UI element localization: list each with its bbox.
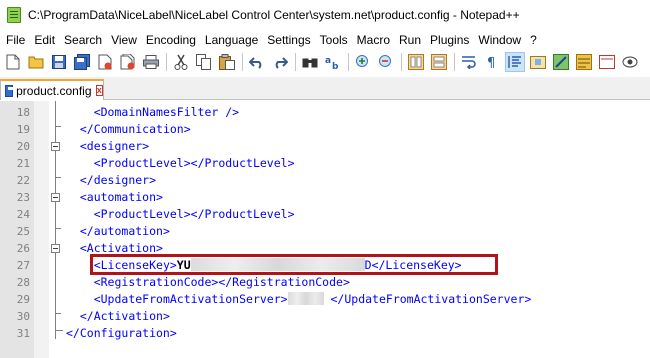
menu-help[interactable]: ? [526,33,542,47]
svg-text:a: a [325,56,331,66]
code-text: </Configuration> [66,326,177,340]
replace-icon[interactable]: ab [323,52,343,72]
function-list-icon[interactable] [551,52,571,72]
line-number: 19 [16,123,30,136]
copy-icon[interactable] [194,52,214,72]
new-file-icon[interactable] [3,52,23,72]
show-all-chars-icon[interactable]: ¶ [482,52,502,72]
line-number: 31 [16,327,30,340]
code-text: <UpdateFromActivationServer> </UpdateFro… [93,292,532,306]
code-text: <ProductLevel></ProductLevel> [93,207,295,221]
indent-guide-icon[interactable] [505,52,525,72]
code-text: <automation> [79,190,163,204]
line-number: 23 [16,191,30,204]
print-icon[interactable] [141,52,161,72]
folder-workspace-icon[interactable] [574,52,594,72]
notepad-plus-plus-icon [6,7,22,23]
code-line: 24 <ProductLevel></ProductLevel> [0,206,650,223]
toolbar-separator [295,53,296,71]
redo-icon[interactable] [270,52,290,72]
menu-bar: File Edit Search View Encoding Language … [0,30,650,49]
toolbar-separator [166,53,167,71]
menu-file[interactable]: File [2,33,30,47]
line-number: 30 [16,310,30,323]
svg-text:b: b [332,62,339,70]
code-line: 19 </Communication> [0,121,650,138]
license-key-highlight [90,254,498,275]
zoom-in-icon[interactable] [353,52,373,72]
menu-macro[interactable]: Macro [353,33,395,47]
line-number: 20 [16,140,30,153]
toolbar: ab ¶ [0,49,650,75]
line-number: 25 [16,225,30,238]
tab-label: product.config [16,83,92,98]
undo-icon[interactable] [247,52,267,72]
toolbar-separator [242,53,243,71]
code-text: </Communication> [79,122,191,136]
code-text: </automation> [79,224,170,238]
menu-window[interactable]: Window [474,33,526,47]
code-line: 31 </Configuration> [0,325,650,342]
code-line: 21 <ProductLevel></ProductLevel> [0,155,650,172]
line-number: 27 [16,259,30,272]
close-all-icon[interactable] [118,52,138,72]
toolbar-separator [401,53,402,71]
menu-encoding[interactable]: Encoding [142,33,201,47]
doc-map-icon[interactable] [528,52,548,72]
menu-language[interactable]: Language [201,33,263,47]
toolbar-separator [454,53,455,71]
code-text: <RegistrationCode></RegistrationCode> [93,275,350,289]
code-text: </designer> [79,173,157,187]
open-file-icon[interactable] [26,52,46,72]
save-icon[interactable] [49,52,69,72]
save-all-icon[interactable] [72,52,92,72]
code-line: 23 <automation> [0,189,650,206]
code-line: 30 </Activation> [0,308,650,325]
line-number: 24 [16,208,30,221]
line-number: 26 [16,242,30,255]
word-wrap-icon[interactable] [459,52,479,72]
window-title: C:\ProgramData\NiceLabel\NiceLabel Contr… [28,8,520,22]
title-bar[interactable]: C:\ProgramData\NiceLabel\NiceLabel Contr… [0,0,650,30]
editor-pane[interactable]: 18 <DomainNamesFilter /> 19 </Communicat… [0,101,650,358]
redacted-update-value [287,292,324,305]
menu-settings[interactable]: Settings [263,33,315,47]
line-number: 28 [16,276,30,289]
line-number: 29 [16,293,30,306]
code-line: 29 <UpdateFromActivationServer> </Update… [0,291,650,308]
line-number: 18 [16,106,30,119]
sync-vertical-icon[interactable] [406,52,426,72]
line-number: 22 [16,174,30,187]
find-icon[interactable] [300,52,320,72]
menu-run[interactable]: Run [395,33,426,47]
close-icon[interactable] [95,52,115,72]
code-line: 22 </designer> [0,172,650,189]
menu-view[interactable]: View [107,33,142,47]
sync-horizontal-icon[interactable] [429,52,449,72]
toolbar-separator [348,53,349,71]
record-macro-icon[interactable] [620,52,640,72]
tab-close-button[interactable]: x [95,85,103,96]
svg-text:¶: ¶ [487,56,495,69]
monitoring-icon[interactable] [597,52,617,72]
menu-tools[interactable]: Tools [316,33,353,47]
tab-bar: product.config x [0,77,650,100]
zoom-out-icon[interactable] [376,52,396,72]
code-line: 25 </automation> [0,223,650,240]
code-text: <DomainNamesFilter /> [93,105,240,119]
code-text: <designer> [79,139,150,153]
menu-search[interactable]: Search [60,33,107,47]
menu-edit[interactable]: Edit [30,33,60,47]
code-text: <ProductLevel></ProductLevel> [93,156,295,170]
code-text: </Activation> [79,309,170,323]
code-line: 20 <designer> [0,138,650,155]
tab-product-config[interactable]: product.config x [0,79,104,100]
code-line: 28 <RegistrationCode></RegistrationCode> [0,274,650,291]
paste-icon[interactable] [217,52,237,72]
code-line: 18 <DomainNamesFilter /> [0,104,650,121]
line-number: 21 [16,157,30,170]
menu-plugins[interactable]: Plugins [426,33,474,47]
saved-file-icon [5,84,15,97]
cut-icon[interactable] [171,52,191,72]
